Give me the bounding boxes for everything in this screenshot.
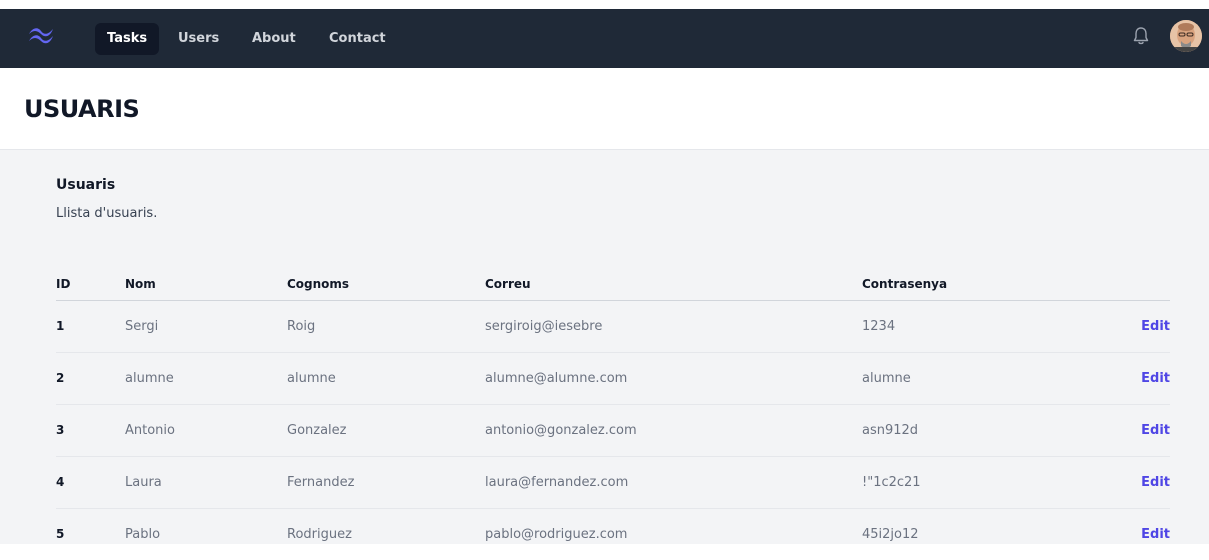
page-header: USUARIS bbox=[0, 68, 1209, 150]
cell-contrasenya: !"1c2c21 bbox=[862, 475, 921, 490]
table-row: 3 Antonio Gonzalez antonio@gonzalez.com … bbox=[56, 405, 1170, 457]
cell-nom: Sergi bbox=[125, 319, 159, 334]
nav-contact[interactable]: Contact bbox=[317, 23, 398, 55]
table-row: 5 Pablo Rodriguez pablo@rodriguez.com 45… bbox=[56, 509, 1170, 560]
table-row: 4 Laura Fernandez laura@fernandez.com !"… bbox=[56, 457, 1170, 509]
cell-correu: sergiroig@iesebre bbox=[485, 319, 603, 334]
edit-link[interactable]: Edit bbox=[1141, 353, 1170, 404]
cell-correu: antonio@gonzalez.com bbox=[485, 423, 637, 438]
cell-nom: Antonio bbox=[125, 423, 175, 438]
table-row: 1 Sergi Roig sergiroig@iesebre 1234 Edit bbox=[56, 301, 1170, 353]
cell-nom: alumne bbox=[125, 371, 174, 386]
nav-about[interactable]: About bbox=[240, 23, 308, 55]
column-header-contrasenya: Contrasenya bbox=[862, 277, 948, 291]
top-strip bbox=[0, 0, 1209, 9]
cell-id: 3 bbox=[56, 423, 65, 437]
column-header-correu: Correu bbox=[485, 277, 531, 291]
top-navbar: Tasks Users About Contact bbox=[0, 0, 1209, 68]
cell-cognoms: Roig bbox=[287, 319, 316, 334]
edit-link[interactable]: Edit bbox=[1141, 457, 1170, 508]
cell-correu: alumne@alumne.com bbox=[485, 371, 628, 386]
cell-contrasenya: 1234 bbox=[862, 319, 896, 334]
cell-id: 4 bbox=[56, 475, 65, 489]
nav-tasks[interactable]: Tasks bbox=[95, 23, 160, 55]
table-row: 2 alumne alumne alumne@alumne.com alumne… bbox=[56, 353, 1170, 405]
cell-cognoms: Fernandez bbox=[287, 475, 355, 490]
avatar[interactable] bbox=[1170, 20, 1202, 52]
cell-correu: laura@fernandez.com bbox=[485, 475, 629, 490]
cell-nom: Pablo bbox=[125, 527, 161, 542]
cell-cognoms: alumne bbox=[287, 371, 336, 386]
cell-cognoms: Rodriguez bbox=[287, 527, 352, 542]
column-header-cognoms: Cognoms bbox=[287, 277, 350, 291]
edit-link[interactable]: Edit bbox=[1141, 509, 1170, 560]
section-description: Llista d'usuaris. bbox=[56, 206, 158, 221]
tailwind-logo-icon[interactable] bbox=[26, 24, 56, 46]
cell-cognoms: Gonzalez bbox=[287, 423, 347, 438]
section-title: Usuaris bbox=[56, 177, 116, 193]
edit-link[interactable]: Edit bbox=[1141, 301, 1170, 352]
cell-contrasenya: asn912d bbox=[862, 423, 919, 438]
cell-correu: pablo@rodriguez.com bbox=[485, 527, 628, 542]
column-header-id: ID bbox=[56, 277, 71, 291]
cell-id: 5 bbox=[56, 527, 65, 541]
page-title: USUARIS bbox=[24, 95, 140, 123]
main-content: Usuaris Llista d'usuaris. ID Nom Cognoms… bbox=[0, 150, 1209, 544]
column-header-nom: Nom bbox=[125, 277, 156, 291]
cell-nom: Laura bbox=[125, 475, 162, 490]
cell-contrasenya: alumne bbox=[862, 371, 911, 386]
user-avatar-icon bbox=[1170, 20, 1202, 52]
cell-id: 1 bbox=[56, 319, 65, 333]
nav-users[interactable]: Users bbox=[166, 23, 231, 55]
cell-id: 2 bbox=[56, 371, 65, 385]
edit-link[interactable]: Edit bbox=[1141, 405, 1170, 456]
cell-contrasenya: 45i2jo12 bbox=[862, 527, 919, 542]
bell-icon[interactable] bbox=[1132, 26, 1150, 46]
